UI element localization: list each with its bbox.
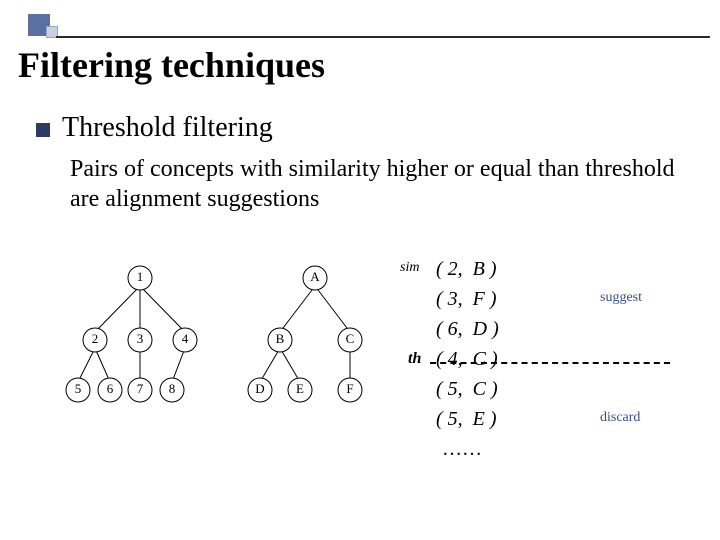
bullet-icon bbox=[36, 123, 50, 137]
tree-right-mid-1: C bbox=[346, 331, 355, 346]
tree-left-leaf-3: 8 bbox=[169, 381, 176, 396]
tree-right-root: A bbox=[310, 269, 320, 284]
label-suggest: suggest bbox=[600, 290, 642, 306]
tree-left-mid-0: 2 bbox=[92, 331, 99, 346]
pair-right: D bbox=[473, 318, 487, 340]
pair-right: E bbox=[473, 408, 485, 430]
tree-right-leaf-0: D bbox=[255, 381, 264, 396]
pair-row: ( 4, C ) bbox=[436, 344, 499, 374]
pair-row: ( 6, D ) bbox=[436, 314, 499, 344]
label-discard: discard bbox=[600, 410, 640, 426]
pair-row: ( 5, E ) bbox=[436, 404, 499, 434]
pair-left: 5 bbox=[448, 378, 458, 400]
tree-right-leaf-2: F bbox=[346, 381, 353, 396]
tree-left-leaf-0: 5 bbox=[75, 381, 82, 396]
tree-right: A B C D E F bbox=[248, 266, 362, 402]
accent-rule bbox=[56, 36, 710, 38]
tree-diagram: 1 2 3 4 5 6 7 8 A B bbox=[60, 260, 390, 420]
slide-accent bbox=[0, 14, 720, 42]
tree-left-leaf-2: 7 bbox=[137, 381, 144, 396]
section-heading-row: Threshold filtering bbox=[36, 112, 273, 144]
pair-left: 4 bbox=[448, 348, 458, 370]
threshold-label: th bbox=[408, 350, 421, 368]
tree-left-root: 1 bbox=[137, 269, 144, 284]
tree-right-leaf-1: E bbox=[296, 381, 304, 396]
pair-right: C bbox=[473, 378, 486, 400]
tree-left: 1 2 3 4 5 6 7 8 bbox=[66, 266, 197, 402]
pair-ellipsis: …… bbox=[436, 434, 499, 464]
pair-left: 2 bbox=[448, 258, 458, 280]
sim-label: sim bbox=[400, 260, 419, 276]
pair-row: ( 3, F ) bbox=[436, 284, 499, 314]
pair-row: ( 5, C ) bbox=[436, 374, 499, 404]
pair-left: 5 bbox=[448, 408, 458, 430]
tree-left-mid-2: 4 bbox=[182, 331, 189, 346]
slide-title: Filtering techniques bbox=[18, 44, 325, 86]
pair-right: B bbox=[473, 258, 485, 280]
pair-left: 6 bbox=[448, 318, 458, 340]
pair-row: ( 2, B ) bbox=[436, 254, 499, 284]
tree-left-mid-1: 3 bbox=[137, 331, 144, 346]
threshold-line bbox=[430, 362, 670, 364]
section-description: Pairs of concepts with similarity higher… bbox=[70, 154, 680, 214]
tree-left-leaf-1: 6 bbox=[107, 381, 114, 396]
section-heading: Threshold filtering bbox=[62, 112, 273, 144]
pair-list: ( 2, B ) ( 3, F ) ( 6, D ) ( 4, C ) ( 5,… bbox=[436, 254, 499, 464]
pair-left: 3 bbox=[448, 288, 458, 310]
pair-right: F bbox=[473, 288, 485, 310]
pair-right: C bbox=[473, 348, 486, 370]
tree-right-mid-0: B bbox=[276, 331, 285, 346]
